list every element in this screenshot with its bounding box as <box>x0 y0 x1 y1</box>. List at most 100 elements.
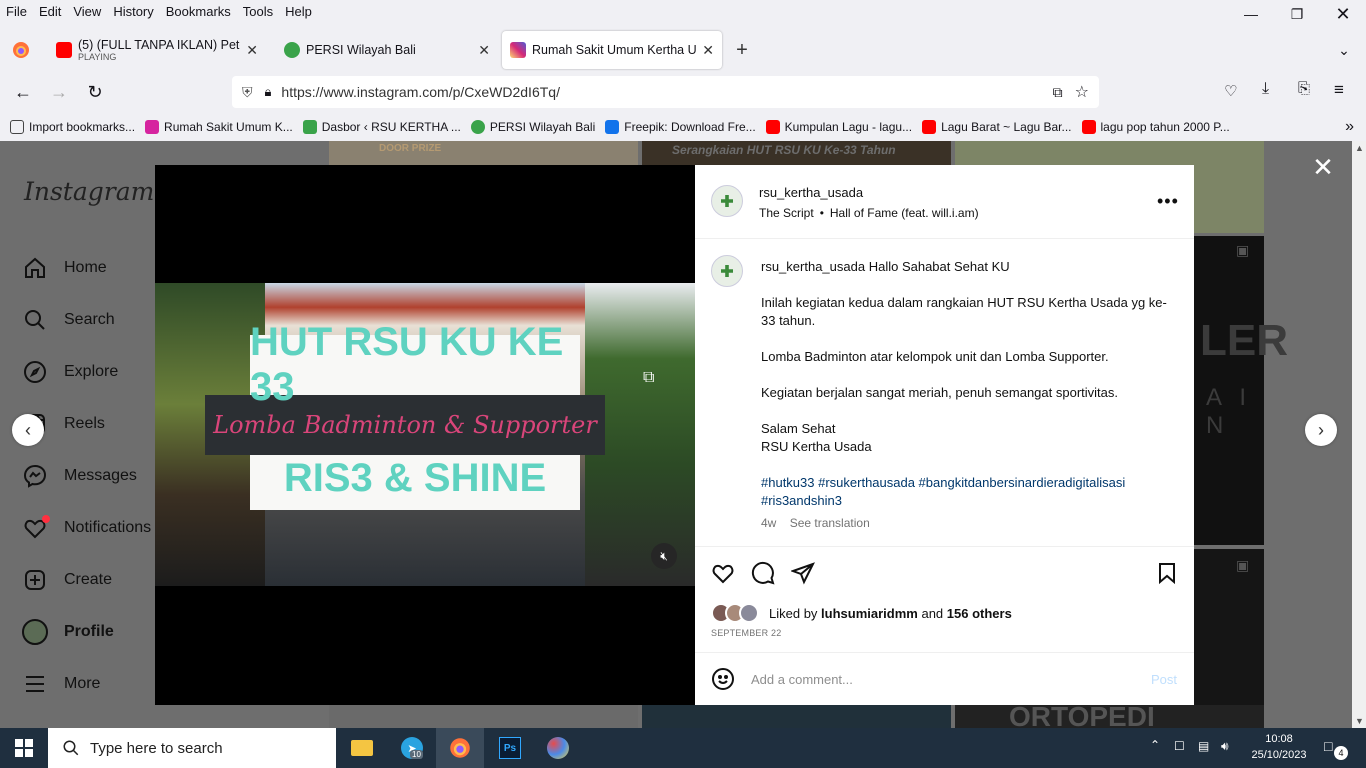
wifi-icon[interactable]: ▤ <box>1198 739 1209 753</box>
url-text[interactable]: https://www.instagram.com/p/CxeWD2dI6Tq/ <box>281 84 560 100</box>
video-frame[interactable]: HUT RSU KU KE 33 Lomba Badminton & Suppo… <box>155 283 695 586</box>
menu-edit[interactable]: Edit <box>33 4 67 19</box>
menu-history[interactable]: History <box>107 4 159 19</box>
page-scrollbar[interactable]: ▲ ▼ <box>1352 141 1366 728</box>
restore-icon[interactable]: ❐ <box>1274 0 1320 28</box>
close-tab-icon[interactable]: ✕ <box>702 42 714 59</box>
caption-username[interactable]: rsu_kertha_usada <box>761 259 865 274</box>
bookmark-item[interactable]: Freepik: Download Fre... <box>605 120 756 134</box>
minimize-icon[interactable]: — <box>1228 0 1274 28</box>
post-audio[interactable]: The Script • Hall of Fame (feat. will.i.… <box>759 206 979 220</box>
hamburger-menu-icon[interactable]: ≡ <box>1334 80 1344 100</box>
next-post-button[interactable]: › <box>1305 414 1337 446</box>
post-date[interactable]: SEPTEMBER 22 <box>711 628 781 638</box>
sidebar-item-profile[interactable]: Profile <box>22 619 114 645</box>
sidebar-item-notifications[interactable]: Notifications <box>22 515 151 541</box>
avatar[interactable] <box>711 255 743 287</box>
comment-icon[interactable] <box>751 561 775 588</box>
previous-post-button[interactable]: ‹ <box>12 414 44 446</box>
telegram-icon[interactable]: ➤ 10 <box>388 728 436 768</box>
liked-user-link[interactable]: luhsumiaridmm <box>821 606 918 621</box>
sidebar-item-explore[interactable]: Explore <box>22 359 118 385</box>
forward-icon[interactable]: → <box>46 82 72 103</box>
lock-icon[interactable]: 🔒︎ <box>265 84 272 100</box>
notifications-icon[interactable]: □ <box>1324 738 1332 754</box>
instagram-logo[interactable]: Instagram <box>24 177 154 206</box>
grid-post[interactable] <box>642 705 951 728</box>
share-icon[interactable] <box>790 561 815 588</box>
network-status-icon[interactable]: ☐ <box>1174 739 1185 753</box>
shield-icon[interactable]: ⛨ <box>242 84 253 101</box>
mute-icon[interactable]: 🔇︎ <box>651 543 677 569</box>
volume-icon[interactable]: 🔊︎ <box>1221 739 1229 754</box>
close-tab-icon[interactable]: ✕ <box>478 42 490 59</box>
grid-post[interactable]: LER A I N ▣ <box>1194 236 1288 545</box>
chevron-up-icon[interactable]: ⌃ <box>1150 738 1160 752</box>
comment-input[interactable]: Add a comment... <box>751 672 853 687</box>
url-bar[interactable]: ⛨ 🔒︎ https://www.instagram.com/p/CxeWD2d… <box>232 76 1099 108</box>
grid-post[interactable]: ▣ <box>1194 549 1264 705</box>
taskbar-search[interactable]: Type here to search <box>48 728 336 768</box>
emoji-icon[interactable] <box>711 667 735 694</box>
reload-icon[interactable]: ↻ <box>72 82 118 103</box>
grid-post[interactable]: DOOR PRIZE <box>329 141 638 165</box>
menu-file[interactable]: File <box>0 4 33 19</box>
new-tab-icon[interactable]: + <box>722 39 762 62</box>
like-icon[interactable] <box>711 561 735 588</box>
liker-avatars[interactable] <box>711 603 759 623</box>
grid-post[interactable]: ORTOPEDI <box>955 705 1264 728</box>
tab-instagram[interactable]: Rumah Sakit Umum Kertha Usada ✕ <box>502 31 722 69</box>
sidebar-item-create[interactable]: Create <box>22 567 112 593</box>
photoshop-icon[interactable]: Ps <box>486 728 534 768</box>
firefox-view-icon[interactable] <box>0 31 42 69</box>
hashtags[interactable]: #ris3andshin3 <box>761 492 1171 510</box>
see-translation-link[interactable]: See translation <box>790 516 870 530</box>
bookmark-item[interactable]: Import bookmarks... <box>10 120 135 134</box>
bookmark-item[interactable]: Lagu Barat ~ Lagu Bar... <box>922 120 1072 134</box>
taskbar-clock[interactable]: 10:08 25/10/2023 <box>1244 731 1314 763</box>
extensions-icon[interactable]: ⎘ <box>1298 80 1310 97</box>
bookmark-item[interactable]: Rumah Sakit Umum K... <box>145 120 293 134</box>
avatar[interactable] <box>711 185 743 217</box>
star-bookmark-icon[interactable]: ☆ <box>1075 82 1089 102</box>
back-icon[interactable]: ← <box>0 82 46 103</box>
grid-post[interactable] <box>329 705 638 728</box>
tab-persi[interactable]: PERSI Wilayah Bali ✕ <box>276 31 498 69</box>
grid-post[interactable]: Serangkaian HUT RSU KU Ke-33 Tahun <box>642 141 951 165</box>
more-options-icon[interactable]: ••• <box>1157 191 1179 212</box>
menu-bookmarks[interactable]: Bookmarks <box>160 4 237 19</box>
picture-in-picture-icon[interactable]: ⧉ <box>1053 84 1063 101</box>
scroll-down-icon[interactable]: ▼ <box>1355 716 1364 726</box>
close-window-icon[interactable]: ✕ <box>1320 0 1366 28</box>
more-bookmarks-icon[interactable]: » <box>1345 118 1354 136</box>
close-tab-icon[interactable]: ✕ <box>246 42 258 59</box>
post-media[interactable]: HUT RSU KU KE 33 Lomba Badminton & Suppo… <box>155 165 695 705</box>
menu-help[interactable]: Help <box>279 4 318 19</box>
bookmark-item[interactable]: Kumpulan Lagu - lagu... <box>765 120 912 134</box>
picture-in-picture-icon[interactable]: ⧉ <box>643 369 669 391</box>
post-comment-button[interactable]: Post <box>1151 672 1177 687</box>
sidebar-item-search[interactable]: Search <box>22 307 115 333</box>
bookmark-item[interactable]: PERSI Wilayah Bali <box>470 120 595 134</box>
post-username[interactable]: rsu_kertha_usada <box>759 185 863 200</box>
hashtags[interactable]: #hutku33 #rsukerthausada #bangkitdanbers… <box>761 474 1171 492</box>
pocket-icon[interactable]: ♡ <box>1224 82 1237 100</box>
file-explorer-icon[interactable] <box>338 728 386 768</box>
list-tabs-icon[interactable]: ⌄ <box>1322 42 1366 59</box>
firefox-icon[interactable] <box>436 728 484 768</box>
menu-tools[interactable]: Tools <box>237 4 279 19</box>
sidebar-item-more[interactable]: More <box>22 671 100 697</box>
paint-icon[interactable] <box>534 728 582 768</box>
bookmark-item[interactable]: lagu pop tahun 2000 P... <box>1081 120 1230 134</box>
save-icon[interactable] <box>1155 561 1179 588</box>
tab-youtube[interactable]: (5) (FULL TANPA IKLAN) Peterpan PLAYING … <box>48 31 266 69</box>
menu-view[interactable]: View <box>67 4 107 19</box>
bookmark-item[interactable]: Dasbor ‹ RSU KERTHA ... <box>302 120 461 134</box>
close-modal-icon[interactable]: ✕ <box>1311 154 1335 180</box>
liked-others-link[interactable]: 156 others <box>947 606 1012 621</box>
scroll-up-icon[interactable]: ▲ <box>1355 143 1364 153</box>
start-button[interactable] <box>0 728 48 768</box>
download-icon[interactable]: ⤓ <box>1262 80 1269 98</box>
sidebar-item-home[interactable]: Home <box>22 255 107 281</box>
sidebar-item-messages[interactable]: Messages <box>22 463 137 489</box>
